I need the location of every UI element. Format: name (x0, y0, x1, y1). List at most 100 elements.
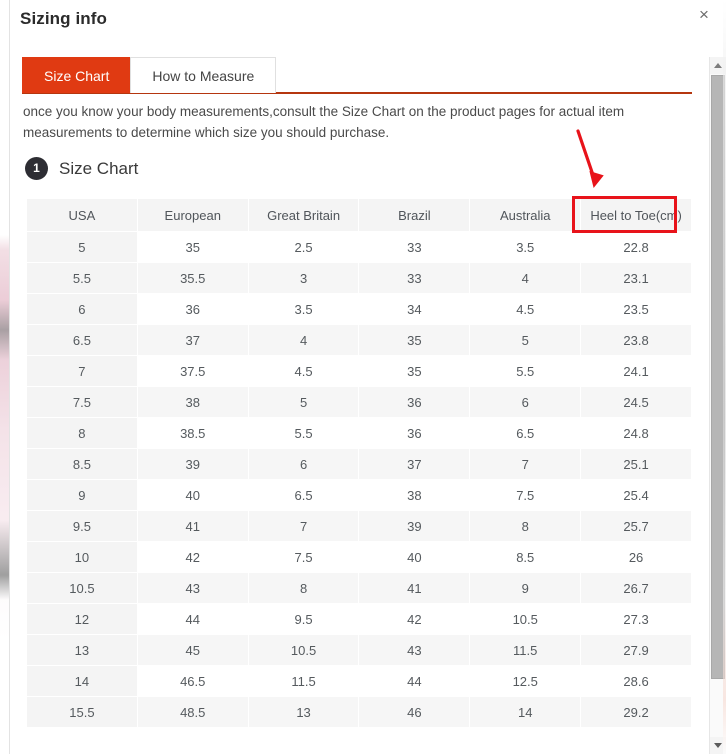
table-cell: 37.5 (136, 355, 249, 387)
table-cell: 25.1 (580, 448, 692, 480)
table-cell: 41 (358, 572, 471, 604)
table-cell: 8.5 (26, 448, 138, 480)
table-column-header: Great Britain (247, 198, 360, 232)
table-row: 8.5 39 6 37 7 25.1 (26, 448, 692, 480)
table-cell: 5 (247, 386, 360, 418)
table-cell: 24.5 (580, 386, 692, 418)
triangle-up-icon (714, 63, 722, 68)
table-cell: 8 (26, 417, 138, 449)
table-cell: 43 (358, 634, 471, 666)
table-cell: 8 (247, 572, 360, 604)
table-cell: 6.5 (247, 479, 360, 511)
table-column-header: USA (26, 198, 138, 232)
table-cell: 5.5 (26, 262, 138, 294)
table-cell: 5.5 (469, 355, 582, 387)
table-cell: 44 (358, 665, 471, 697)
table-cell: 26.7 (580, 572, 692, 604)
table-cell: 48.5 (136, 696, 249, 728)
table-cell: 13 (247, 696, 360, 728)
table-header: USA European Great Britain Brazil Australia H… (26, 198, 692, 232)
table-row: 10.5 43 8 41 9 26.7 (26, 572, 692, 604)
table-cell: 4 (469, 262, 582, 294)
table-cell: 27.9 (580, 634, 692, 666)
table-cell: 22.8 (580, 231, 692, 263)
table-cell: 34 (358, 293, 471, 325)
table-cell: 7 (26, 355, 138, 387)
tab-how-to-measure[interactable]: How to Measure (130, 57, 277, 93)
table-cell: 44 (136, 603, 249, 635)
table-cell: 8 (469, 510, 582, 542)
table-cell: 36 (358, 386, 471, 418)
table-cell: 4.5 (469, 293, 582, 325)
close-icon[interactable]: × (693, 4, 715, 26)
table-cell: 2.5 (247, 231, 360, 263)
table-cell: 8.5 (469, 541, 582, 573)
table-cell: 26 (580, 541, 692, 573)
table-cell: 10.5 (26, 572, 138, 604)
sizing-info-dialog: Sizing info × Size Chart How to Measure … (0, 0, 726, 754)
table-cell: 35 (358, 324, 471, 356)
table-cell: 6.5 (469, 417, 582, 449)
table-header-row: USA European Great Britain Brazil Australia H… (26, 198, 692, 232)
table-cell: 28.6 (580, 665, 692, 697)
table-cell: 9.5 (26, 510, 138, 542)
table-cell: 41 (136, 510, 249, 542)
table-cell: 10 (26, 541, 138, 573)
table-cell: 3 (247, 262, 360, 294)
table-cell: 5.5 (247, 417, 360, 449)
table-cell: 29.2 (580, 696, 692, 728)
table-cell: 33 (358, 231, 471, 263)
table-cell: 4.5 (247, 355, 360, 387)
table-cell: 6 (469, 386, 582, 418)
table-cell: 35 (358, 355, 471, 387)
section-heading: 1 Size Chart (25, 157, 138, 180)
table-row: 5.5 35.5 3 33 4 23.1 (26, 262, 692, 294)
table-cell: 35 (136, 231, 249, 263)
table-cell: 38.5 (136, 417, 249, 449)
table-row: 5 35 2.5 33 3.5 22.8 (26, 231, 692, 263)
table-cell: 38 (136, 386, 249, 418)
table-cell: 13 (26, 634, 138, 666)
table-cell: 10.5 (247, 634, 360, 666)
page-title: Sizing info (20, 9, 108, 28)
table-cell: 46 (358, 696, 471, 728)
table-row: 6 36 3.5 34 4.5 23.5 (26, 293, 692, 325)
table-row: 8 38.5 5.5 36 6.5 24.8 (26, 417, 692, 449)
description-text: once you know your body measurements,con… (23, 104, 625, 140)
table-cell: 12 (26, 603, 138, 635)
dialog-left-border (9, 0, 10, 754)
table-row: 15.5 48.5 13 46 14 29.2 (26, 696, 692, 728)
table-row: 7.5 38 5 36 6 24.5 (26, 386, 692, 418)
table-cell: 36 (358, 417, 471, 449)
table-cell: 14 (26, 665, 138, 697)
table-cell: 27.3 (580, 603, 692, 635)
table-cell: 4 (247, 324, 360, 356)
table-row: 10 42 7.5 40 8.5 26 (26, 541, 692, 573)
table-column-header: European (136, 198, 249, 232)
table-cell: 7 (247, 510, 360, 542)
table-cell: 10.5 (469, 603, 582, 635)
table-row: 6.5 37 4 35 5 23.8 (26, 324, 692, 356)
table-cell: 42 (136, 541, 249, 573)
table-cell: 11.5 (247, 665, 360, 697)
section-title: Size Chart (59, 158, 139, 178)
table-row: 9 40 6.5 38 7.5 25.4 (26, 479, 692, 511)
table-cell: 14 (469, 696, 582, 728)
table-cell: 37 (136, 324, 249, 356)
table-cell: 43 (136, 572, 249, 604)
table-cell: 5 (469, 324, 582, 356)
step-badge: 1 (25, 157, 48, 180)
table-cell: 35.5 (136, 262, 249, 294)
table-cell: 9 (469, 572, 582, 604)
table-cell: 15.5 (26, 696, 138, 728)
size-chart-table-container: USA European Great Britain Brazil Australia H… (26, 198, 692, 728)
table-cell: 25.4 (580, 479, 692, 511)
table-row: 9.5 41 7 39 8 25.7 (26, 510, 692, 542)
table-cell: 7.5 (469, 479, 582, 511)
table-cell: 23.5 (580, 293, 692, 325)
tab-size-chart[interactable]: Size Chart (22, 57, 132, 93)
table-cell: 3.5 (247, 293, 360, 325)
table-row: 7 37.5 4.5 35 5.5 24.1 (26, 355, 692, 387)
table-cell: 9 (26, 479, 138, 511)
table-cell: 3.5 (469, 231, 582, 263)
